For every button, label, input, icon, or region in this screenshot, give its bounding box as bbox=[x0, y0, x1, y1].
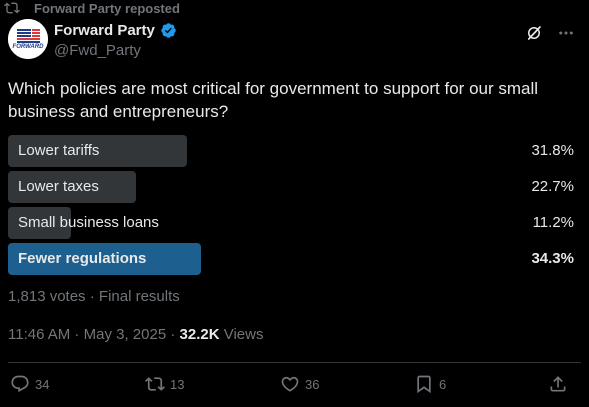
divider bbox=[8, 362, 581, 363]
views-count: 32.2K bbox=[179, 326, 220, 343]
poll: Lower tariffs 31.8% Lower taxes 22.7% Sm… bbox=[8, 135, 574, 279]
share-icon bbox=[548, 374, 568, 394]
repost-icon bbox=[4, 0, 20, 16]
poll-option-percent: 31.8% bbox=[531, 142, 574, 159]
tweet-meta: 11:46 AM · May 3, 2025 · 32.2K Views bbox=[8, 326, 263, 343]
repost-button[interactable]: 13 bbox=[145, 374, 184, 394]
tweet-text: Which policies are most critical for gov… bbox=[8, 79, 539, 121]
poll-option-percent: 34.3% bbox=[531, 250, 574, 267]
heart-icon bbox=[280, 374, 300, 394]
poll-summary: 1,813 votes · Final results bbox=[8, 288, 180, 305]
poll-option: Lower tariffs 31.8% bbox=[8, 135, 574, 167]
poll-option-label: Small business loans bbox=[18, 214, 159, 231]
repost-header[interactable]: Forward Party reposted bbox=[4, 1, 180, 16]
reply-button[interactable]: 34 bbox=[10, 374, 49, 394]
poll-option-label: Lower tariffs bbox=[18, 142, 100, 159]
bookmark-button[interactable]: 6 bbox=[414, 374, 446, 394]
poll-option: Lower taxes 22.7% bbox=[8, 171, 574, 203]
meta-separator: · bbox=[70, 326, 84, 343]
poll-option-percent: 11.2% bbox=[532, 214, 574, 231]
bookmark-count: 6 bbox=[439, 376, 447, 392]
poll-status: Final results bbox=[98, 288, 180, 305]
author-info: Forward Party @Fwd_Party bbox=[54, 22, 177, 59]
avatar-text: FORWARD bbox=[12, 44, 44, 50]
share-button[interactable] bbox=[548, 374, 568, 394]
avatar[interactable]: FORWARD bbox=[8, 19, 48, 59]
tweet-date[interactable]: May 3, 2025 bbox=[84, 326, 167, 343]
repost-action-icon bbox=[145, 374, 165, 394]
action-bar: 34 13 36 6 bbox=[8, 374, 576, 396]
repost-text: Forward Party reposted bbox=[34, 1, 180, 16]
grok-icon[interactable] bbox=[525, 24, 543, 42]
tweet-top-actions bbox=[525, 24, 575, 42]
poll-option-percent: 22.7% bbox=[531, 178, 574, 195]
tweet-time[interactable]: 11:46 AM bbox=[8, 326, 70, 343]
poll-option: Small business loans 11.2% bbox=[8, 207, 574, 239]
reply-count: 34 bbox=[35, 376, 50, 392]
meta-separator: · bbox=[166, 326, 180, 343]
reply-icon bbox=[10, 374, 30, 394]
like-button[interactable]: 36 bbox=[280, 374, 319, 394]
poll-option-label: Fewer regulations bbox=[18, 250, 147, 267]
poll-separator: · bbox=[85, 288, 99, 305]
repost-count: 13 bbox=[170, 376, 185, 392]
poll-votes: 1,813 votes bbox=[8, 288, 86, 305]
poll-option-label: Lower taxes bbox=[18, 178, 99, 195]
author-handle[interactable]: @Fwd_Party bbox=[54, 42, 177, 59]
verified-badge-icon bbox=[160, 22, 177, 39]
poll-option-winner: Fewer regulations 34.3% bbox=[8, 243, 574, 275]
bookmark-icon bbox=[414, 374, 434, 394]
more-options-icon[interactable] bbox=[557, 24, 575, 42]
author-name[interactable]: Forward Party bbox=[54, 22, 155, 39]
like-count: 36 bbox=[305, 376, 320, 392]
views-label: Views bbox=[223, 326, 264, 343]
